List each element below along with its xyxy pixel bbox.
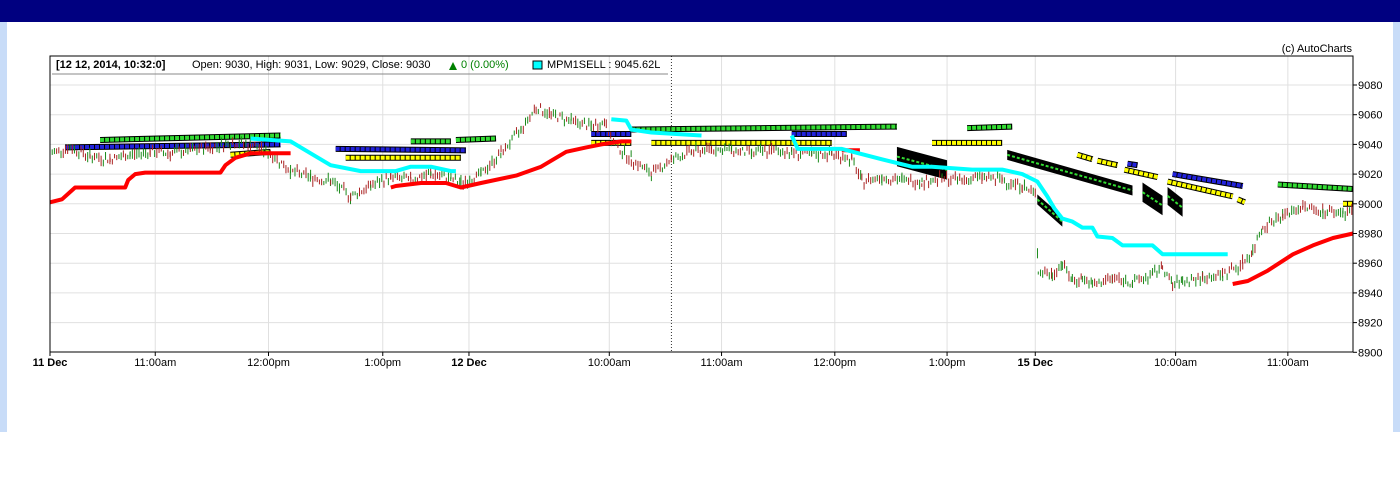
y-tick-label: 9040 [1358, 139, 1382, 151]
info-bar: [12 12, 2014, 10:32:0] Open: 9030, High:… [52, 59, 668, 75]
y-tick-label: 8920 [1358, 318, 1382, 330]
x-tick-label: 10:00am [1154, 357, 1197, 369]
x-tick-label: 15 Dec [1018, 357, 1053, 369]
x-tick-label: 11:00am [1267, 357, 1309, 369]
x-tick-label: 1:00pm [364, 357, 401, 369]
signal-band [967, 124, 1013, 131]
x-tick-label: 11 Dec [33, 357, 68, 369]
info-indicator: MPM1SELL : 9045.62L [547, 59, 660, 71]
price-chart[interactable]: (c) AutoCharts 9080 9060 9040 9020 9000 8980 8… [0, 0, 1400, 490]
info-ohlc: Open: 9030, High: 9031, Low: 9029, Close… [192, 59, 431, 71]
y-tick-label: 8980 [1358, 229, 1382, 241]
y-tick-label: 8960 [1358, 258, 1382, 270]
y-tick-label: 9000 [1358, 199, 1382, 211]
info-datetime: [12 12, 2014, 10:32:0] [56, 59, 166, 71]
change-up-arrow-icon [449, 62, 457, 70]
info-change: 0 (0.00%) [461, 59, 509, 71]
x-tick-label: 1:00pm [929, 357, 966, 369]
x-tick-label: 12 Dec [451, 357, 486, 369]
y-axis: 9080 9060 9040 9020 9000 8980 8960 8940 8920 8900 [1353, 80, 1382, 359]
signal-block [1167, 186, 1183, 217]
x-axis: 11 Dec 11:00am 12:00pm 1:00pm 12 Dec 10:00am 1… [33, 352, 1309, 369]
stop-line-red [1232, 231, 1354, 286]
y-tick-label: 8900 [1358, 347, 1382, 359]
x-tick-label: 11:00am [134, 357, 176, 369]
y-tick-label: 9080 [1358, 80, 1382, 92]
x-tick-label: 10:00am [588, 357, 631, 369]
y-tick-label: 9060 [1358, 110, 1382, 122]
y-tick-label: 8940 [1358, 288, 1382, 300]
x-tick-label: 11:00am [701, 357, 743, 369]
copyright-text: (c) AutoCharts [1282, 43, 1353, 55]
indicator-legend-swatch [532, 60, 543, 70]
x-tick-label: 12:00pm [813, 357, 856, 369]
y-tick-label: 9020 [1358, 169, 1382, 181]
x-tick-label: 12:00pm [247, 357, 290, 369]
